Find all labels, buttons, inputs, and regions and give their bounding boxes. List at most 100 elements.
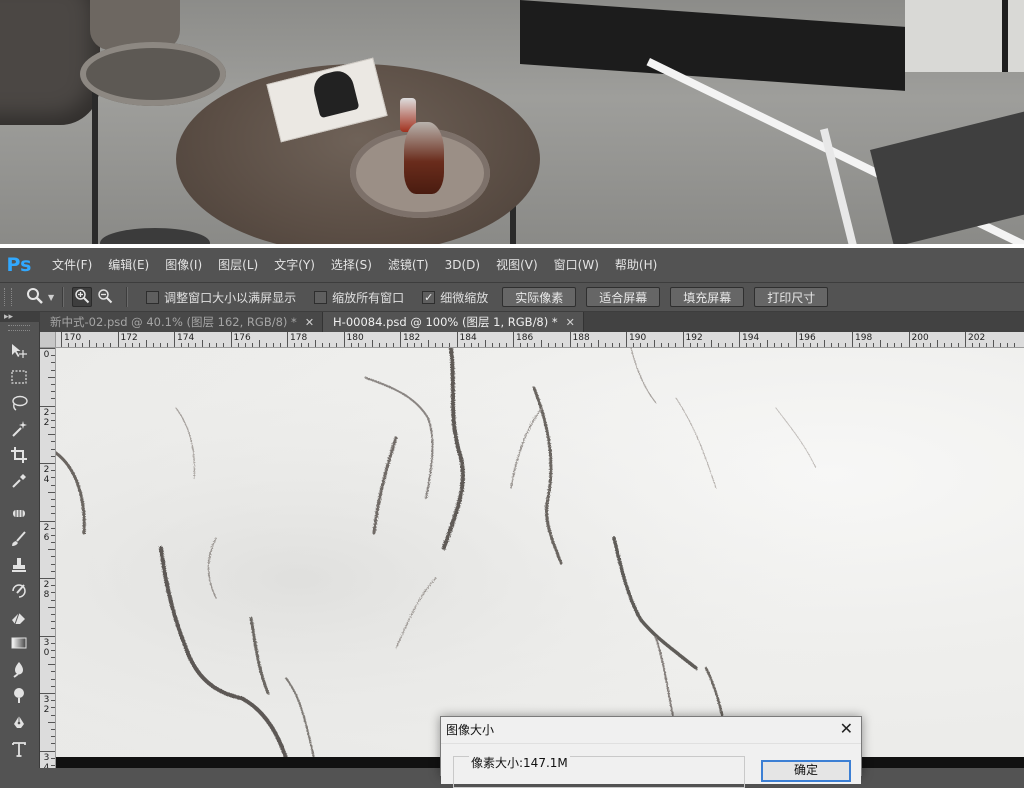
document-canvas[interactable]: [56, 348, 1024, 768]
ruler-minor-tick: [51, 527, 55, 529]
ruler-minor-tick: [661, 343, 663, 347]
ruler-minor-tick: [51, 556, 55, 558]
menu-window[interactable]: 窗口(W): [546, 247, 607, 283]
close-icon[interactable]: ✕: [305, 316, 314, 329]
crop-tool-icon[interactable]: [8, 444, 30, 466]
print-size-button[interactable]: 打印尺寸: [754, 287, 829, 307]
blur-tool-icon[interactable]: [8, 658, 30, 680]
menu-select[interactable]: 选择(S): [323, 247, 380, 283]
brush-tool-icon[interactable]: [8, 528, 30, 550]
eraser-tool-icon[interactable]: [8, 606, 30, 628]
menu-layer[interactable]: 图层(L): [210, 247, 266, 283]
horizontal-ruler[interactable]: 170 172 174 176 178 180 182 184 186 188 190 192 194 1…: [40, 332, 1024, 348]
ruler-minor-tick: [371, 340, 373, 347]
actual-pixels-button[interactable]: 实际像素: [502, 287, 577, 307]
ruler-minor-tick: [590, 343, 592, 347]
ruler-label: 176: [233, 333, 251, 343]
eyedropper-tool-icon[interactable]: [8, 470, 30, 492]
menu-edit[interactable]: 编辑(E): [100, 247, 157, 283]
ruler-major-tick: [965, 332, 966, 347]
ruler-minor-tick: [463, 343, 465, 347]
ruler-minor-tick: [51, 419, 55, 421]
ruler-minor-tick: [421, 343, 423, 347]
type-tool-icon[interactable]: [8, 738, 30, 760]
ruler-minor-tick: [689, 343, 691, 347]
menu-type[interactable]: 文字(Y): [266, 247, 323, 283]
resize-windows-checkbox[interactable]: 调整窗口大小以满屏显示: [146, 289, 296, 306]
ruler-minor-tick: [611, 343, 613, 347]
pen-tool-icon[interactable]: [8, 712, 30, 734]
tab-document-xinzhongshi[interactable]: 新中式-02.psd @ 40.1% (图层 162, RGB/8) * ✕: [40, 312, 324, 332]
tab-document-h00084[interactable]: H-00084.psd @ 100% (图层 1, RGB/8) * ✕: [323, 312, 584, 332]
fit-screen-button[interactable]: 适合屏幕: [586, 287, 661, 307]
vertical-ruler[interactable]: 0 2 2 2 4 2 6 2 8 3 0 3 2 3 4: [40, 348, 56, 768]
collapse-icon[interactable]: ▸▸: [0, 312, 13, 322]
photo-stool: [100, 228, 210, 244]
ruler-minor-tick: [781, 343, 783, 347]
lasso-tool-icon[interactable]: [8, 392, 30, 414]
zoom-out-button[interactable]: [95, 287, 115, 307]
ruler-minor-tick: [51, 685, 55, 687]
ruler-minor-tick: [51, 671, 55, 673]
ruler-minor-tick: [209, 343, 211, 347]
scrubby-zoom-checkbox[interactable]: ✓ 细微缩放: [422, 289, 488, 306]
ruler-minor-tick: [477, 343, 479, 347]
close-icon[interactable]: ✕: [566, 316, 575, 329]
ruler-minor-tick: [51, 477, 55, 479]
menu-file[interactable]: 文件(F): [44, 247, 100, 283]
menu-3d[interactable]: 3D(D): [437, 247, 488, 283]
fill-screen-button[interactable]: 填充屏幕: [670, 287, 745, 307]
tools-panel-grip[interactable]: [8, 325, 30, 331]
ruler-minor-tick: [166, 343, 168, 347]
ruler-label: 194: [742, 333, 760, 343]
ruler-label: 2 4: [43, 465, 50, 485]
ruler-origin[interactable]: [40, 332, 56, 348]
history-brush-tool-icon[interactable]: [8, 580, 30, 602]
ruler-minor-tick: [950, 343, 952, 347]
checkbox-box[interactable]: ✓: [422, 290, 436, 304]
ruler-minor-tick: [152, 343, 154, 347]
menu-view[interactable]: 视图(V): [488, 247, 546, 283]
options-grip[interactable]: [4, 288, 12, 306]
healing-brush-tool-icon[interactable]: [8, 502, 30, 524]
ruler-minor-tick: [809, 343, 811, 347]
move-tool-icon[interactable]: [8, 340, 30, 362]
ruler-minor-tick: [562, 343, 564, 347]
ruler-label: 170: [64, 333, 82, 343]
ruler-minor-tick: [51, 391, 55, 393]
ruler-major-tick: [174, 332, 175, 347]
ruler-label: 196: [798, 333, 816, 343]
checkbox-box[interactable]: [146, 290, 160, 304]
ruler-minor-tick: [258, 340, 260, 347]
ruler-minor-tick: [633, 343, 635, 347]
zoom-in-button[interactable]: [72, 287, 93, 307]
clone-stamp-tool-icon[interactable]: [8, 554, 30, 576]
ruler-minor-tick: [51, 412, 55, 414]
ruler-label: 174: [177, 333, 195, 343]
ruler-minor-tick: [51, 728, 55, 730]
zoom-all-windows-checkbox[interactable]: 缩放所有窗口: [314, 289, 404, 306]
dodge-tool-icon[interactable]: [8, 684, 30, 706]
close-icon[interactable]: ✕: [840, 719, 853, 739]
marquee-tool-icon[interactable]: [8, 366, 30, 388]
gradient-tool-icon[interactable]: [8, 632, 30, 654]
ruler-minor-tick: [357, 343, 359, 347]
magic-wand-tool-icon[interactable]: [8, 418, 30, 440]
ruler-minor-tick: [68, 343, 70, 347]
ruler-minor-tick: [48, 721, 55, 723]
ruler-label: 184: [459, 333, 477, 343]
ruler-minor-tick: [188, 343, 190, 347]
ruler-major-tick: [40, 635, 55, 637]
tool-preset-picker[interactable]: ▼: [26, 287, 54, 308]
ruler-minor-tick: [48, 376, 55, 378]
menu-help[interactable]: 帮助(H): [607, 247, 665, 283]
menu-image[interactable]: 图像(I): [157, 247, 210, 283]
ruler-minor-tick: [640, 343, 642, 347]
checkbox-box[interactable]: [314, 290, 328, 304]
menu-filter[interactable]: 滤镜(T): [380, 247, 437, 283]
ruler-minor-tick: [51, 441, 55, 443]
ruler-minor-tick: [753, 343, 755, 347]
photo-tv-console: [520, 0, 905, 91]
ok-button[interactable]: 确定: [761, 760, 851, 782]
ruler-minor-tick: [618, 343, 620, 347]
